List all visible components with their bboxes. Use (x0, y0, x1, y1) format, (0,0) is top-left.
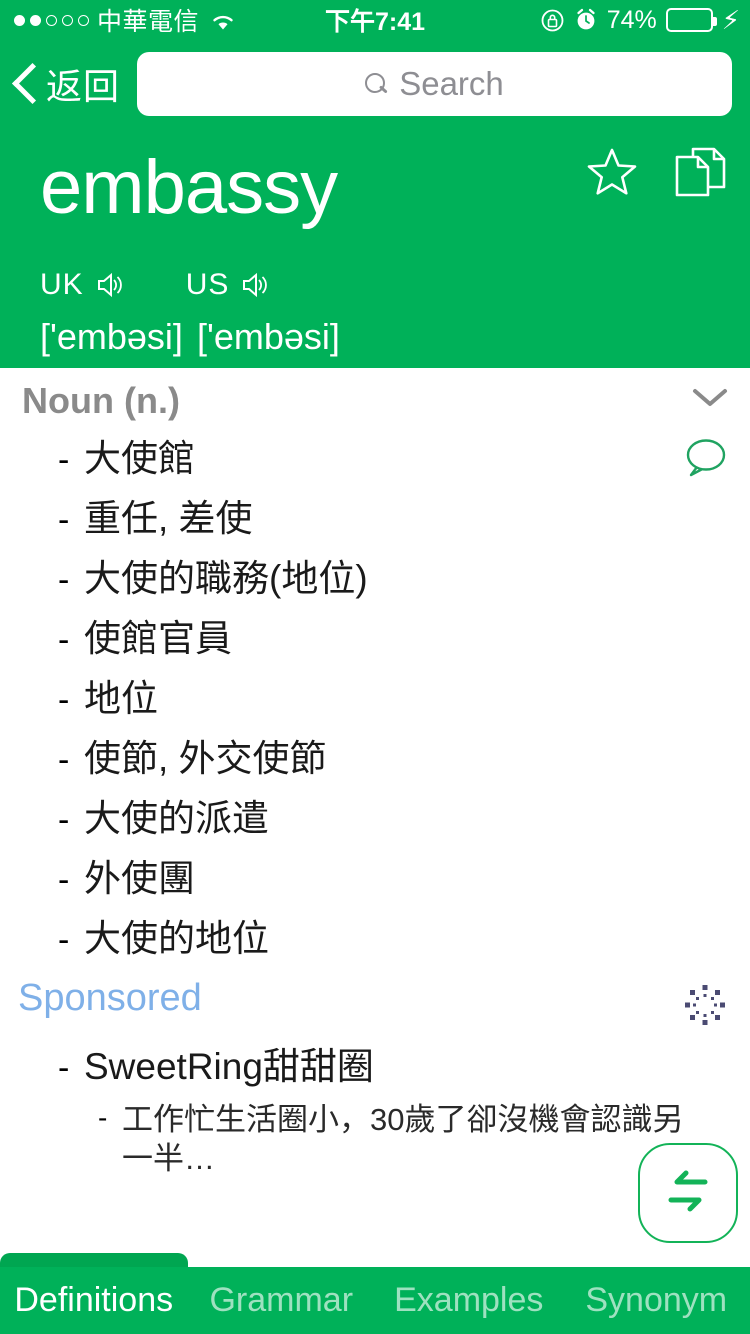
ipa-us: ['embəsi] (196, 316, 340, 357)
word-header: embassy UK US ['embəsi] ['embəsi] (0, 128, 750, 368)
star-outline-icon[interactable] (586, 147, 638, 202)
search-input-inner: Search (365, 65, 504, 103)
alarm-clock-icon (574, 8, 598, 32)
ipa-uk: ['embəsi] (40, 316, 183, 357)
sponsored-ad-title-row[interactable]: - SweetRing甜甜圈 (0, 1036, 750, 1090)
part-of-speech-label: Noun (n.) (22, 380, 180, 421)
bullet-dash: - (58, 561, 70, 599)
definition-text: 大使館 (84, 438, 195, 479)
header-actions (586, 146, 728, 203)
bullet-dash: - (98, 1101, 108, 1133)
rotation-lock-icon (540, 8, 565, 33)
definition-item[interactable]: - 地位 (0, 668, 750, 728)
bullet-dash: - (58, 1048, 70, 1087)
definition-item[interactable]: - 使館官員 (0, 608, 750, 668)
definition-text: 重任, 差使 (84, 498, 253, 539)
battery-icon (665, 8, 717, 32)
pronunciation-region-uk: UK (40, 268, 84, 301)
definition-item[interactable]: - 重任, 差使 (0, 488, 750, 548)
back-button[interactable]: 返回 (0, 58, 120, 110)
search-icon (365, 73, 387, 95)
definition-text: 大使的派遣 (84, 798, 269, 839)
definition-text: 大使的職務(地位) (84, 558, 368, 599)
definition-text: 大使的地位 (84, 918, 269, 959)
bullet-dash: - (58, 861, 70, 899)
bullet-dash: - (58, 681, 70, 719)
tab-definitions[interactable]: Definitions (0, 1281, 188, 1320)
page-title: embassy (40, 145, 338, 230)
speaker-icon-us[interactable] (241, 270, 271, 300)
definition-item[interactable]: - 外使團 (0, 848, 750, 908)
sponsored-label: Sponsored (18, 977, 202, 1019)
search-placeholder: Search (399, 65, 504, 102)
definition-text: 使館官員 (84, 618, 232, 659)
tab-grammar[interactable]: Grammar (188, 1281, 376, 1320)
definition-item[interactable]: - 使節, 外交使節 (0, 728, 750, 788)
part-of-speech-header: Noun (n.) (0, 368, 750, 477)
bullet-dash: - (58, 441, 70, 479)
sponsored-ad-description: 工作忙生活圈小，30歲了卻沒機會認識另一半… (122, 1101, 684, 1177)
definition-item[interactable]: - 大使的派遣 (0, 788, 750, 848)
ipa-row: ['embəsi] ['embəsi] (40, 316, 340, 358)
status-bar-right: 74% ⚡ (540, 6, 740, 35)
bullet-dash: - (58, 741, 70, 779)
pronunciation-region-us: US (185, 268, 230, 301)
bullet-dash: - (58, 921, 70, 959)
speaker-icon-uk[interactable] (96, 270, 126, 300)
definition-item[interactable]: - 大使的職務(地位) (0, 548, 750, 608)
definition-text: 使節, 外交使節 (84, 738, 327, 779)
status-bar: 中華電信 下午7:41 74% ⚡ (0, 0, 750, 40)
bullet-dash: - (58, 501, 70, 539)
definition-text: 地位 (84, 678, 158, 719)
tab-synonym[interactable]: Synonym (563, 1281, 750, 1320)
definition-item[interactable]: - 大使館 (0, 428, 750, 488)
battery-percent-label: 74% (606, 5, 657, 34)
navigation-bar: 返回 Search (0, 40, 750, 128)
sponsored-ad-description-row[interactable]: - 工作忙生活圈小，30歲了卻沒機會認識另一半… (0, 1100, 750, 1179)
loading-spinner-icon (682, 984, 728, 1030)
definitions-content: Noun (n.) - 大使館 - 重任, 差使 - 大使的職務(地位) - 使… (0, 368, 750, 1253)
lightning-bolt-icon: ⚡ (721, 5, 740, 35)
back-button-label: 返回 (46, 66, 121, 107)
swap-arrows-icon (661, 1166, 715, 1221)
chevron-left-icon (14, 65, 36, 103)
swap-language-button[interactable] (638, 1143, 738, 1243)
sponsored-ad-title: SweetRing甜甜圈 (84, 1045, 374, 1087)
tab-examples[interactable]: Examples (375, 1281, 563, 1320)
definition-item[interactable]: - 大使的地位 (0, 908, 750, 968)
pronunciation-row: UK US (40, 268, 271, 302)
bullet-dash: - (58, 801, 70, 839)
copy-pages-icon[interactable] (674, 146, 728, 203)
chevron-down-icon[interactable] (692, 388, 728, 408)
bullet-dash: - (58, 621, 70, 659)
definition-text: 外使團 (84, 858, 195, 899)
search-input[interactable]: Search (137, 52, 732, 116)
bottom-tab-bar: Definitions Grammar Examples Synonym (0, 1267, 750, 1334)
definitions-list: - 大使館 - 重任, 差使 - 大使的職務(地位) - 使館官員 - 地位 -… (0, 428, 750, 968)
